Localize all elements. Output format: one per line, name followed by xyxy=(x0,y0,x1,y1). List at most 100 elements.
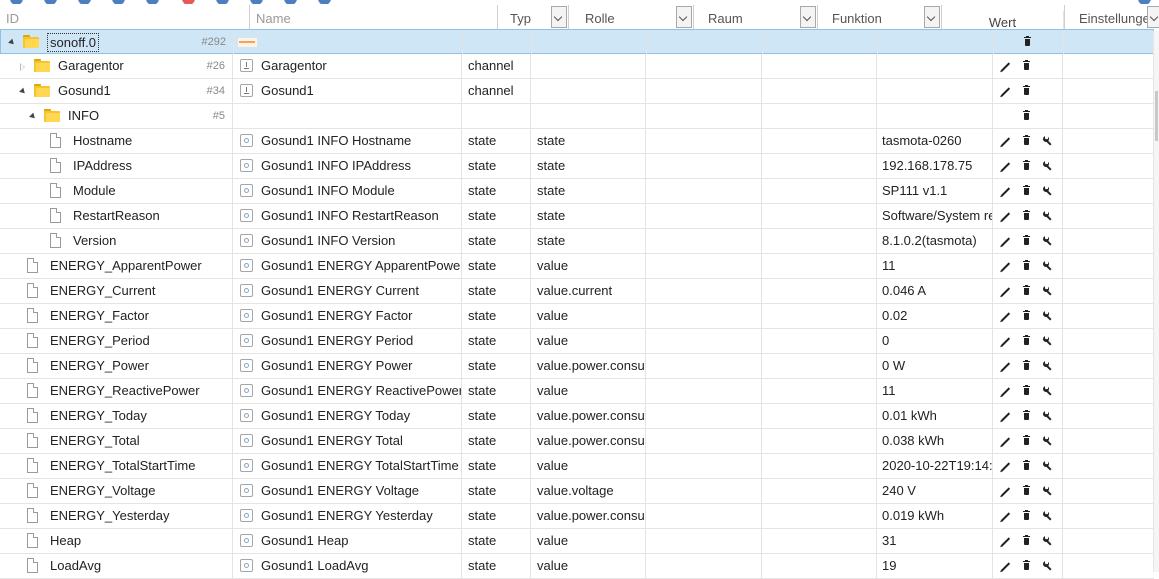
id-cell[interactable]: ENERGY_ApparentPower xyxy=(0,254,233,278)
table-row[interactable]: ENERGY_Power Gosund1 ENERGY Power state val… xyxy=(0,354,1154,379)
id-cell[interactable]: IPAddress xyxy=(0,154,233,178)
edit-pencil-icon[interactable] xyxy=(997,283,1014,300)
table-row[interactable]: Version Gosund1 INFO Version state state 8.1… xyxy=(0,229,1154,254)
table-row[interactable]: Garagentor #26 Garagentor channel xyxy=(0,54,1154,79)
toolbar-button-icon[interactable] xyxy=(1138,0,1151,4)
id-cell[interactable]: ENERGY_Power xyxy=(0,354,233,378)
edit-pencil-icon[interactable] xyxy=(997,58,1014,75)
settings-wrench-icon[interactable] xyxy=(1040,508,1057,525)
table-row[interactable]: Gosund1 #34 Gosund1 channel xyxy=(0,79,1154,104)
table-row[interactable]: ENERGY_Yesterday Gosund1 ENERGY Yesterday… xyxy=(0,504,1154,529)
table-row[interactable]: ENERGY_Factor Gosund1 ENERGY Factor state v… xyxy=(0,304,1154,329)
id-cell[interactable]: Module xyxy=(0,179,233,203)
toolbar-button-icon[interactable] xyxy=(250,0,263,4)
delete-trash-icon[interactable] xyxy=(1018,58,1035,75)
edit-pencil-icon[interactable] xyxy=(997,183,1014,200)
vertical-scrollbar[interactable] xyxy=(1153,31,1159,572)
id-cell[interactable]: ENERGY_Yesterday xyxy=(0,504,233,528)
id-cell[interactable]: LoadAvg xyxy=(0,554,233,578)
edit-pencil-icon[interactable] xyxy=(997,158,1014,175)
settings-wrench-icon[interactable] xyxy=(1040,483,1057,500)
id-cell[interactable]: sonoff.0 #292 xyxy=(1,30,234,54)
id-cell[interactable]: Gosund1 #34 xyxy=(0,79,233,103)
collapse-toggle-icon[interactable] xyxy=(8,38,16,47)
toolbar-button-icon[interactable] xyxy=(318,0,331,4)
table-row[interactable]: ENERGY_Current Gosund1 ENERGY Current stat… xyxy=(0,279,1154,304)
delete-trash-icon[interactable] xyxy=(1018,383,1035,400)
table-row[interactable]: ENERGY_Voltage Gosund1 ENERGY Voltage stat… xyxy=(0,479,1154,504)
delete-trash-icon[interactable] xyxy=(1018,558,1035,575)
id-cell[interactable]: ENERGY_Total xyxy=(0,429,233,453)
toolbar-button-icon[interactable] xyxy=(78,0,91,4)
id-cell[interactable]: Garagentor #26 xyxy=(0,54,233,78)
edit-pencil-icon[interactable] xyxy=(997,358,1014,375)
expand-toggle-icon[interactable] xyxy=(20,63,25,71)
einstellungen-filter-select[interactable]: Einstellungen xyxy=(1065,5,1159,31)
delete-trash-icon[interactable] xyxy=(1018,233,1035,250)
name-filter-field[interactable]: Name xyxy=(250,5,498,31)
delete-trash-icon[interactable] xyxy=(1018,508,1035,525)
delete-trash-icon[interactable] xyxy=(1018,458,1035,475)
delete-trash-icon[interactable] xyxy=(1018,408,1035,425)
settings-wrench-icon[interactable] xyxy=(1040,208,1057,225)
toolbar-button-icon[interactable] xyxy=(44,0,57,4)
edit-pencil-icon[interactable] xyxy=(997,333,1014,350)
edit-pencil-icon[interactable] xyxy=(997,533,1014,550)
delete-trash-icon[interactable] xyxy=(1018,83,1035,100)
delete-trash-icon[interactable] xyxy=(1018,183,1035,200)
delete-trash-icon[interactable] xyxy=(1018,308,1035,325)
settings-wrench-icon[interactable] xyxy=(1040,233,1057,250)
typ-dropdown-icon[interactable] xyxy=(551,6,567,28)
settings-wrench-icon[interactable] xyxy=(1040,308,1057,325)
settings-wrench-icon[interactable] xyxy=(1040,358,1057,375)
settings-wrench-icon[interactable] xyxy=(1040,333,1057,350)
settings-wrench-icon[interactable] xyxy=(1040,133,1057,150)
edit-pencil-icon[interactable] xyxy=(997,133,1014,150)
delete-trash-icon[interactable] xyxy=(1018,433,1035,450)
delete-trash-icon[interactable] xyxy=(1018,333,1035,350)
id-cell[interactable]: INFO #5 xyxy=(0,104,233,128)
rolle-filter-select[interactable]: Rolle xyxy=(569,5,694,31)
table-row[interactable]: INFO #5 xyxy=(0,104,1154,129)
table-row[interactable]: sonoff.0 #292 xyxy=(0,29,1154,54)
edit-pencil-icon[interactable] xyxy=(997,458,1014,475)
table-row[interactable]: Hostname Gosund1 INFO Hostname state state t… xyxy=(0,129,1154,154)
toolbar-button-icon[interactable] xyxy=(112,0,125,4)
settings-wrench-icon[interactable] xyxy=(1040,558,1057,575)
collapse-toggle-icon[interactable] xyxy=(29,112,37,121)
id-cell[interactable]: ENERGY_Current xyxy=(0,279,233,303)
id-cell[interactable]: ENERGY_Period xyxy=(0,329,233,353)
edit-pencil-icon[interactable] xyxy=(997,258,1014,275)
settings-wrench-icon[interactable] xyxy=(1040,258,1057,275)
toolbar-button-icon[interactable] xyxy=(182,0,195,4)
id-cell[interactable]: ENERGY_TotalStartTime xyxy=(0,454,233,478)
id-cell[interactable]: ENERGY_Factor xyxy=(0,304,233,328)
id-cell[interactable]: Hostname xyxy=(0,129,233,153)
settings-wrench-icon[interactable] xyxy=(1040,433,1057,450)
typ-filter-select[interactable]: Typ xyxy=(498,5,569,31)
table-row[interactable]: ENERGY_ReactivePower Gosund1 ENERGY React… xyxy=(0,379,1154,404)
edit-pencil-icon[interactable] xyxy=(997,308,1014,325)
toolbar-button-icon[interactable] xyxy=(284,0,297,4)
raum-filter-select[interactable]: Raum xyxy=(694,5,818,31)
toolbar-button-icon[interactable] xyxy=(146,0,159,4)
edit-pencil-icon[interactable] xyxy=(997,433,1014,450)
settings-wrench-icon[interactable] xyxy=(1040,458,1057,475)
toolbar-button-icon[interactable] xyxy=(216,0,229,4)
id-cell[interactable]: ENERGY_Voltage xyxy=(0,479,233,503)
table-row[interactable]: Heap Gosund1 Heap state value 31 xyxy=(0,529,1154,554)
edit-pencil-icon[interactable] xyxy=(997,233,1014,250)
table-row[interactable]: RestartReason Gosund1 INFO RestartReason s… xyxy=(0,204,1154,229)
edit-pencil-icon[interactable] xyxy=(997,208,1014,225)
delete-trash-icon[interactable] xyxy=(1018,208,1035,225)
delete-trash-icon[interactable] xyxy=(1018,158,1035,175)
table-row[interactable]: ENERGY_Period Gosund1 ENERGY Period state v… xyxy=(0,329,1154,354)
id-filter-field[interactable]: ID xyxy=(0,5,250,31)
table-row[interactable]: Module Gosund1 INFO Module state state SP111… xyxy=(0,179,1154,204)
delete-trash-icon[interactable] xyxy=(1018,533,1035,550)
delete-trash-icon[interactable] xyxy=(1019,34,1036,51)
settings-wrench-icon[interactable] xyxy=(1040,183,1057,200)
table-row[interactable]: ENERGY_Total Gosund1 ENERGY Total state val… xyxy=(0,429,1154,454)
delete-trash-icon[interactable] xyxy=(1018,483,1035,500)
scrollbar-thumb[interactable] xyxy=(1155,91,1158,141)
